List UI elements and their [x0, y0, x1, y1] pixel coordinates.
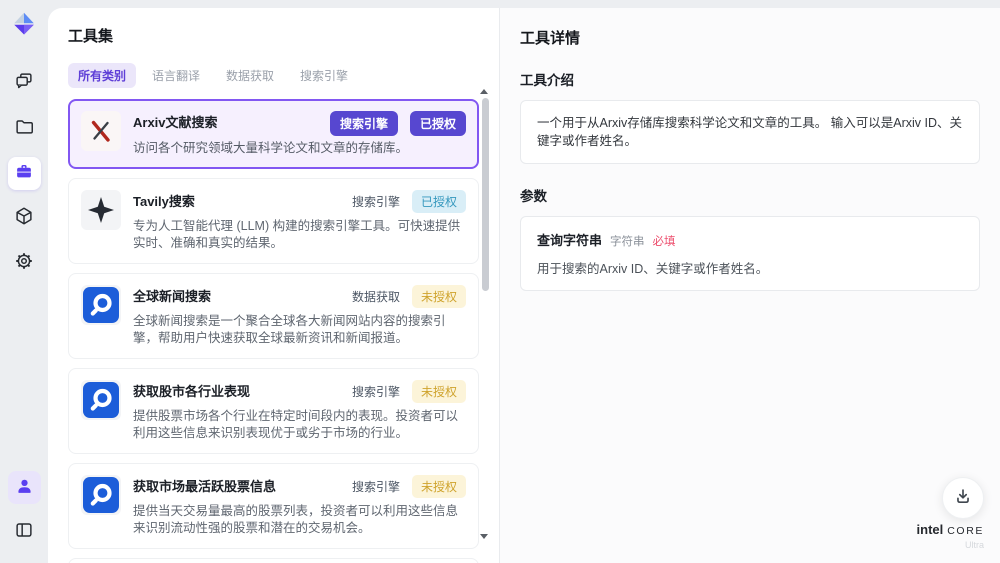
user-avatar-button[interactable] — [7, 471, 41, 504]
category-tab[interactable]: 所有类别 — [68, 63, 137, 88]
param-name-row: 查询字符串 字符串 必填 — [537, 230, 963, 249]
param-description: 用于搜索的Arxiv ID、关键字或作者姓名。 — [537, 262, 769, 276]
download-button[interactable] — [942, 477, 984, 519]
tool-tags: 数据获取 未授权 — [352, 285, 466, 308]
scroll-up-arrow[interactable] — [480, 89, 488, 94]
tool-list-item[interactable]: Arxiv文献搜索 搜索引擎 已授权 访问各个研究领域大量科学论文和文章的存储库… — [68, 99, 479, 169]
download-icon — [952, 485, 974, 512]
rail-nav — [7, 67, 41, 280]
news-search-icon — [81, 475, 121, 515]
param-required-badge: 必填 — [652, 236, 676, 248]
tool-body: Arxiv文献搜索 搜索引擎 已授权 访问各个研究领域大量科学论文和文章的存储库… — [133, 111, 466, 157]
toolset-panel: 工具集 所有类别 语言翻译 数据获取 搜索引擎 Arxiv文献搜索 搜索引擎 已授权 … — [48, 8, 500, 563]
tool-category-tag: 搜索引擎 — [351, 195, 400, 209]
list-scrollbar-thumb[interactable] — [482, 98, 489, 291]
category-tab[interactable]: 搜索引擎 — [290, 63, 358, 88]
params-heading: 参数 — [520, 189, 547, 204]
sparkle-icon — [81, 190, 121, 230]
app-root: 工具集 所有类别 语言翻译 数据获取 搜索引擎 Arxiv文献搜索 搜索引擎 已授权 … — [0, 0, 1000, 563]
tool-name: Arxiv文献搜索 — [133, 115, 218, 130]
tool-tags: 搜索引擎 已授权 — [352, 190, 466, 213]
settings-nav-button[interactable] — [8, 247, 41, 280]
tool-auth-badge: 已授权 — [411, 190, 466, 213]
tool-category-tag: 数据获取 — [351, 290, 400, 304]
chat-nav-button[interactable] — [8, 67, 41, 100]
category-tab[interactable]: 数据获取 — [216, 63, 284, 88]
param-type: 字符串 — [610, 236, 645, 248]
tool-body: 获取股市各行业表现 搜索引擎 未授权 提供股票市场各个行业在特定时间段内的表现。… — [133, 380, 466, 442]
rail-bottom-nav — [7, 471, 41, 549]
tool-description: 专为人工智能代理 (LLM) 构建的搜索引擎工具。可快速提供实时、准确和真实的结… — [133, 219, 461, 250]
intel-core-logo: intel CORE Ultra — [917, 523, 984, 552]
brand-tertiary: Ultra — [964, 540, 984, 550]
category-tabs: 所有类别 语言翻译 数据获取 搜索引擎 — [68, 63, 479, 88]
category-tab[interactable]: 语言翻译 — [142, 63, 210, 88]
tool-description: 全球新闻搜索是一个聚合全球各大新闻网站内容的搜索引擎，帮助用户快速获取全球最新资… — [133, 314, 446, 345]
tool-description: 访问各个研究领域大量科学论文和文章的存储库。 — [133, 141, 409, 155]
brand-secondary: CORE — [947, 525, 984, 537]
app-logo — [9, 9, 39, 39]
tool-body: 全球新闻搜索 数据获取 未授权 全球新闻搜索是一个聚合全球各大新闻网站内容的搜索… — [133, 285, 466, 347]
tool-body: 获取市场最活跃股票信息 搜索引擎 未授权 提供当天交易量最高的股票列表，投资者可… — [133, 475, 466, 537]
tool-auth-badge: 未授权 — [411, 475, 466, 498]
scroll-down-arrow[interactable] — [480, 534, 488, 539]
tool-category-tag: 搜索引擎 — [329, 111, 398, 136]
param-card: 查询字符串 字符串 必填 用于搜索的Arxiv ID、关键字或作者姓名。 — [520, 216, 980, 291]
packages-nav-button[interactable] — [8, 202, 41, 235]
gear-icon — [13, 250, 35, 277]
tool-list-item[interactable]: 万维地区新闻查询 搜索引擎 未授权 查询具体行政区划内的新闻，快速了解各地新闻动… — [68, 558, 479, 563]
tool-name: 全球新闻搜索 — [133, 289, 212, 304]
tool-tags: 搜索引擎 未授权 — [352, 475, 466, 498]
tool-list-item[interactable]: Tavily搜索 搜索引擎 已授权 专为人工智能代理 (LLM) 构建的搜索引擎… — [68, 178, 479, 264]
detail-title: 工具详情 — [520, 30, 581, 47]
tool-name: 获取股市各行业表现 — [133, 384, 251, 399]
tool-list-item[interactable]: 获取股市各行业表现 搜索引擎 未授权 提供股票市场各个行业在特定时间段内的表现。… — [68, 368, 479, 454]
tool-name: Tavily搜索 — [133, 194, 195, 209]
tool-name: 获取市场最活跃股票信息 — [133, 479, 277, 494]
tool-list-item[interactable]: 全球新闻搜索 数据获取 未授权 全球新闻搜索是一个聚合全球各大新闻网站内容的搜索… — [68, 273, 479, 359]
tool-detail-panel: 工具详情 工具介绍 一个用于从Arxiv存储库搜索科学论文和文章的工具。 输入可… — [500, 8, 1000, 563]
tool-description: 提供当天交易量最高的股票列表，投资者可以利用这些信息来识别流动性强的股票和潜在的… — [133, 504, 459, 535]
cube-icon — [13, 205, 35, 232]
briefcase-icon — [13, 160, 35, 187]
brand-primary: intel — [916, 522, 944, 537]
tool-body: Tavily搜索 搜索引擎 已授权 专为人工智能代理 (LLM) 构建的搜索引擎… — [133, 190, 466, 252]
tool-auth-badge: 未授权 — [411, 285, 466, 308]
tool-list-item[interactable]: 获取市场最活跃股票信息 搜索引擎 未授权 提供当天交易量最高的股票列表，投资者可… — [68, 463, 479, 549]
chat-icon — [13, 70, 35, 97]
toolbox-nav-button[interactable] — [7, 157, 41, 190]
tool-description: 提供股票市场各个行业在特定时间段内的表现。投资者可以利用这些信息来识别表现优于或… — [133, 409, 459, 440]
intro-text: 一个用于从Arxiv存储库搜索科学论文和文章的工具。 输入可以是Arxiv ID… — [537, 116, 963, 148]
folder-icon — [13, 115, 35, 142]
left-rail — [0, 0, 48, 563]
tool-list: Arxiv文献搜索 搜索引擎 已授权 访问各个研究领域大量科学论文和文章的存储库… — [68, 99, 479, 563]
tool-auth-badge: 已授权 — [409, 111, 466, 136]
arxiv-icon — [81, 111, 121, 151]
news-search-icon — [81, 380, 121, 420]
news-search-icon — [81, 285, 121, 325]
files-nav-button[interactable] — [8, 112, 41, 145]
intro-heading: 工具介绍 — [520, 73, 574, 88]
tool-category-tag: 搜索引擎 — [351, 385, 400, 399]
main-panel: 工具集 所有类别 语言翻译 数据获取 搜索引擎 Arxiv文献搜索 搜索引擎 已授权 … — [48, 8, 1000, 563]
tool-tags: 搜索引擎 未授权 — [352, 380, 466, 403]
param-name: 查询字符串 — [537, 233, 603, 248]
panel-toggle-button[interactable] — [8, 516, 41, 549]
tool-category-tag: 搜索引擎 — [351, 480, 400, 494]
user-icon — [14, 475, 35, 501]
tool-auth-badge: 未授权 — [411, 380, 466, 403]
toolset-title: 工具集 — [68, 28, 114, 45]
intro-card: 一个用于从Arxiv存储库搜索科学论文和文章的工具。 输入可以是Arxiv ID… — [520, 100, 980, 164]
panel-toggle-icon — [13, 519, 35, 546]
tool-tags: 搜索引擎 已授权 — [329, 111, 466, 136]
